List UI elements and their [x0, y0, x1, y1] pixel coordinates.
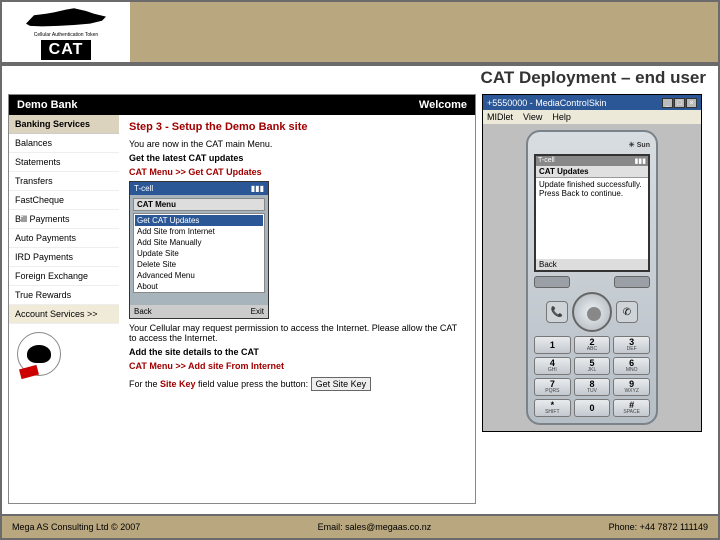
cat-menu-screenshot: T-cell▮▮▮ CAT Menu Get CAT UpdatesAdd Si… — [129, 181, 269, 319]
minimize-icon[interactable]: _ — [662, 98, 673, 108]
mini-phone-carrier: T-cell — [134, 184, 153, 193]
keypad-key-7[interactable]: 7PQRS — [534, 378, 571, 396]
keypad-key-2[interactable]: 2ABC — [574, 336, 611, 354]
sidebar-item[interactable]: Transfers — [9, 172, 119, 191]
emulator-window: +5550000 - MediaControlSkin _□× MIDlet V… — [482, 94, 702, 432]
sidebar-item[interactable]: True Rewards — [9, 286, 119, 305]
demo-bank-frame: Demo Bank Welcome Banking Services Balan… — [8, 94, 476, 504]
footer-email: Email: sales@megaas.co.nz — [318, 522, 432, 532]
sun-logo: ☀ Sun — [629, 141, 650, 149]
keypad-key-6[interactable]: 6MNO — [613, 357, 650, 375]
right-softkey[interactable] — [614, 276, 650, 288]
sidebar-item[interactable]: Foreign Exchange — [9, 267, 119, 286]
keypad-key-*[interactable]: *SHIFT — [534, 399, 571, 417]
sidebar-item[interactable]: Bill Payments — [9, 210, 119, 229]
instruction-heading: Get the latest CAT updates — [129, 153, 465, 163]
screen-title: CAT Updates — [536, 166, 648, 178]
mini-menu-title: CAT Menu — [133, 198, 265, 211]
signal-icon: ▮▮▮ — [251, 184, 264, 193]
sidebar-item[interactable]: FastCheque — [9, 191, 119, 210]
call-button[interactable]: 📞 — [546, 301, 568, 323]
bank-main-content: Step 3 - Setup the Demo Bank site You ar… — [119, 115, 475, 397]
menu-item[interactable]: Delete Site — [135, 259, 263, 270]
sitekey-text: field value press the button: — [196, 379, 309, 389]
sidebar-item[interactable]: Account Services >> — [9, 305, 119, 324]
page-title: CAT Deployment – end user — [481, 68, 706, 88]
keypad-key-3[interactable]: 3DEF — [613, 336, 650, 354]
menu-item[interactable]: Advanced Menu — [135, 270, 263, 281]
sitekey-text: For the — [129, 379, 160, 389]
keypad-key-4[interactable]: 4GHI — [534, 357, 571, 375]
keypad-key-9[interactable]: 9WXYZ — [613, 378, 650, 396]
sidebar-item[interactable]: IRD Payments — [9, 248, 119, 267]
menu-midlet[interactable]: MIDlet — [487, 112, 513, 122]
keypad-key-#[interactable]: #SPACE — [613, 399, 650, 417]
footer-copyright: Mega AS Consulting Ltd © 2007 — [12, 522, 140, 532]
instruction-line: You are now in the CAT main Menu. — [129, 139, 465, 149]
keypad-key-8[interactable]: 8TUV — [574, 378, 611, 396]
ribbon-icon — [19, 365, 39, 379]
menu-item[interactable]: Add Site Manually — [135, 237, 263, 248]
footer-phone: Phone: +44 7872 111149 — [609, 522, 708, 532]
keypad-key-1[interactable]: 1 — [534, 336, 571, 354]
logo-text: CAT — [41, 40, 92, 60]
mini-soft-left[interactable]: Back — [134, 307, 152, 316]
logo-subtitle: Cellular Authentication Token — [34, 32, 98, 38]
sitekey-label: Site Key — [160, 379, 196, 389]
menu-path-prefix: CAT Menu >> — [129, 361, 188, 371]
menu-item[interactable]: Add Site from Internet — [135, 226, 263, 237]
cat-logo: Cellular Authentication Token CAT — [2, 2, 130, 62]
phone-soft-left[interactable]: Back — [539, 260, 557, 269]
dpad[interactable] — [572, 292, 612, 332]
end-call-button[interactable]: ✆ — [616, 301, 638, 323]
menu-path-prefix: CAT Menu >> — [129, 167, 188, 177]
hangup-icon: ✆ — [623, 307, 631, 318]
close-icon[interactable]: × — [686, 98, 697, 108]
phone-device: ☀ Sun T-cell ▮▮▮ CAT Updates Update finis… — [526, 130, 658, 425]
add-site-link[interactable]: Add site From Internet — [188, 361, 284, 371]
sidebar-item[interactable]: Balances — [9, 134, 119, 153]
cat-badge — [17, 332, 61, 376]
panther-icon — [26, 4, 106, 32]
sidebar-item[interactable]: Auto Payments — [9, 229, 119, 248]
menu-view[interactable]: View — [523, 112, 542, 122]
footer: Mega AS Consulting Ltd © 2007 Email: sal… — [2, 514, 718, 538]
instruction-line: Your Cellular may request permission to … — [129, 323, 465, 343]
sidebar-item[interactable]: Statements — [9, 153, 119, 172]
carrier-label: T-cell — [538, 157, 555, 165]
menu-item[interactable]: Update Site — [135, 248, 263, 259]
step-title: Step 3 - Setup the Demo Bank site — [129, 121, 465, 133]
menu-help[interactable]: Help — [552, 112, 571, 122]
keypad-key-0[interactable]: 0 — [574, 399, 611, 417]
cat-silhouette-icon — [27, 345, 51, 363]
bank-welcome: Welcome — [419, 99, 467, 111]
menu-item[interactable]: Get CAT Updates — [135, 215, 263, 226]
mini-soft-right[interactable]: Exit — [251, 307, 264, 316]
menu-item[interactable]: About — [135, 281, 263, 292]
bank-sidebar: Banking Services BalancesStatementsTrans… — [9, 115, 119, 397]
bank-name: Demo Bank — [17, 99, 78, 111]
keypad-key-5[interactable]: 5JKL — [574, 357, 611, 375]
get-site-key-button[interactable]: Get Site Key — [311, 377, 372, 391]
instruction-heading: Add the site details to the CAT — [129, 347, 465, 357]
signal-icon: ▮▮▮ — [634, 157, 646, 165]
phone-screen: T-cell ▮▮▮ CAT Updates Update finished su… — [534, 154, 650, 272]
screen-body: Update finished successfully.Press Back … — [536, 178, 648, 259]
get-updates-link[interactable]: Get CAT Updates — [188, 167, 261, 177]
maximize-icon[interactable]: □ — [674, 98, 685, 108]
nav-header: Banking Services — [9, 115, 119, 134]
emulator-window-title: +5550000 - MediaControlSkin — [487, 98, 606, 108]
phone-icon: 📞 — [551, 307, 563, 318]
left-softkey[interactable] — [534, 276, 570, 288]
